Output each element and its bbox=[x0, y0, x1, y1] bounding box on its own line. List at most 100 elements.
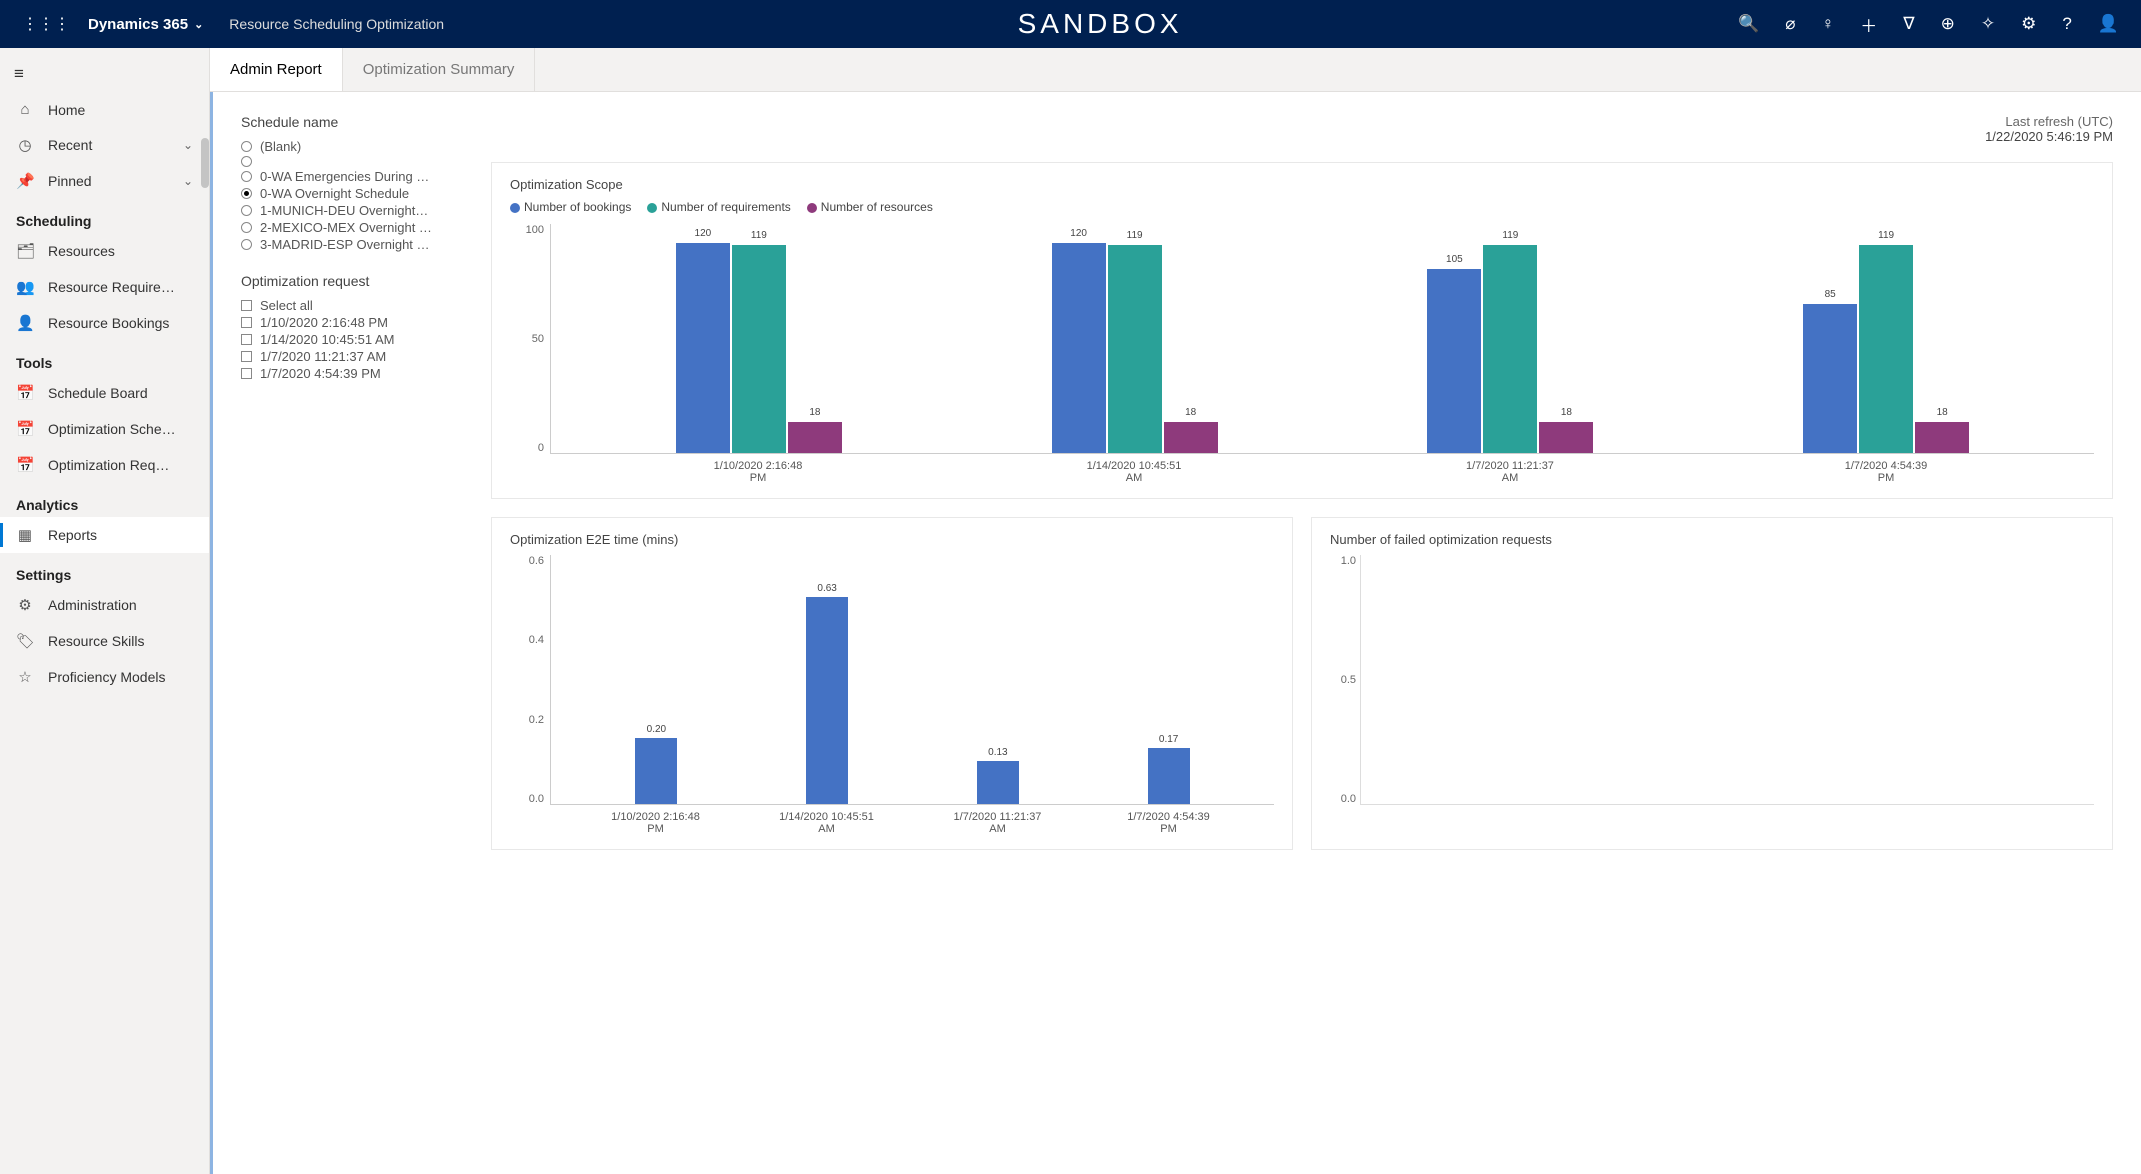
legend-dot bbox=[807, 203, 817, 213]
app-launcher-icon[interactable]: ⋮⋮⋮ bbox=[12, 14, 80, 34]
x-tick-label: 1/10/2020 2:16:48 PM bbox=[606, 811, 706, 835]
sidebar-group-tools: Tools bbox=[0, 341, 209, 375]
chart-title: Number of failed optimization requests bbox=[1330, 532, 2094, 547]
filter-schedule-option[interactable]: 0-WA Overnight Schedule bbox=[241, 185, 461, 202]
filter-icon[interactable]: ∇ bbox=[1903, 14, 1914, 34]
sidebar: ≡ ⌂Home ◷Recent⌄ 📌Pinned⌄ Scheduling 🗂Re… bbox=[0, 48, 210, 1174]
gear-icon: ⚙ bbox=[16, 596, 34, 614]
calendar-icon: 📅 bbox=[16, 384, 34, 402]
radio-icon bbox=[241, 239, 252, 250]
bar: 119 bbox=[732, 245, 786, 453]
bar-value-label: 120 bbox=[676, 228, 730, 239]
bar: 18 bbox=[1539, 422, 1593, 454]
sidebar-item-label: Home bbox=[48, 102, 85, 118]
tab-admin-report[interactable]: Admin Report bbox=[210, 48, 343, 91]
sidebar-item-resource-requirements[interactable]: 👥Resource Require… bbox=[0, 269, 209, 305]
add-record-icon[interactable]: ⊕ bbox=[1941, 14, 1955, 34]
sidebar-item-proficiency-models[interactable]: ☆Proficiency Models bbox=[0, 659, 209, 695]
filter-request-label: Select all bbox=[260, 298, 313, 313]
resources-icon: 🗂 bbox=[16, 242, 34, 260]
filters-panel: Schedule name (Blank)0-WA Emergencies Du… bbox=[241, 114, 461, 1152]
hamburger-icon[interactable]: ≡ bbox=[0, 56, 209, 92]
bar-value-label: 0.63 bbox=[806, 583, 848, 594]
sidebar-item-optimization-schedules[interactable]: 📅Optimization Sche… bbox=[0, 411, 209, 447]
checkbox-icon bbox=[241, 317, 252, 328]
task-icon[interactable]: ⌀ bbox=[1785, 14, 1795, 34]
sidebar-item-resources[interactable]: 🗂 Resources bbox=[0, 233, 209, 269]
plus-icon[interactable]: ＋ bbox=[1860, 12, 1877, 37]
bar-value-label: 18 bbox=[1915, 407, 1969, 418]
filter-schedule-label: 0-WA Overnight Schedule bbox=[260, 186, 409, 201]
filter-request-select-all[interactable]: Select all bbox=[241, 297, 461, 314]
sidebar-item-schedule-board[interactable]: 📅 Schedule Board bbox=[0, 375, 209, 411]
legend-item: Number of bookings bbox=[510, 200, 631, 214]
sidebar-item-resource-bookings[interactable]: 👤 Resource Bookings bbox=[0, 305, 209, 341]
legend-item: Number of resources bbox=[807, 200, 933, 214]
bookings-icon: 👤 bbox=[16, 314, 34, 332]
filter-schedule-label: 0-WA Emergencies During … bbox=[260, 169, 429, 184]
brand-dropdown[interactable]: Dynamics 365 ⌄ bbox=[80, 16, 211, 33]
x-tick-label: 1/7/2020 11:21:37 AM bbox=[1460, 460, 1560, 484]
bar: 120 bbox=[676, 243, 730, 453]
bar-value-label: 119 bbox=[1859, 230, 1913, 241]
tab-label: Admin Report bbox=[230, 61, 322, 78]
bar-value-label: 119 bbox=[1483, 230, 1537, 241]
sidebar-item-label: Pinned bbox=[48, 173, 92, 189]
chart-title: Optimization Scope bbox=[510, 177, 2094, 192]
sidebar-item-resource-skills[interactable]: 🏷Resource Skills bbox=[0, 623, 209, 659]
filter-schedule-option[interactable]: 2-MEXICO-MEX Overnight … bbox=[241, 219, 461, 236]
filter-schedule-option[interactable]: 0-WA Emergencies During … bbox=[241, 168, 461, 185]
filter-request-option[interactable]: 1/10/2020 2:16:48 PM bbox=[241, 314, 461, 331]
radio-icon bbox=[241, 156, 252, 167]
chart-optimization-scope: Optimization Scope Number of bookings Num… bbox=[491, 162, 2113, 499]
calendar-icon: 📅 bbox=[16, 420, 34, 438]
bar-value-label: 18 bbox=[1164, 407, 1218, 418]
sidebar-item-label: Resource Skills bbox=[48, 633, 144, 649]
sidebar-item-label: Resources bbox=[48, 243, 115, 259]
sidebar-item-label: Resource Bookings bbox=[48, 315, 169, 331]
filter-request-option[interactable]: 1/7/2020 11:21:37 AM bbox=[241, 348, 461, 365]
bar-group: 12011918 bbox=[676, 243, 842, 453]
sidebar-item-recent[interactable]: ◷Recent⌄ bbox=[0, 127, 209, 163]
bar: 0.63 bbox=[806, 597, 848, 804]
bulb-icon[interactable]: ♀ bbox=[1821, 14, 1834, 34]
bar-value-label: 0.17 bbox=[1148, 734, 1190, 745]
bar: 120 bbox=[1052, 243, 1106, 453]
bar: 105 bbox=[1427, 269, 1481, 453]
user-icon[interactable]: 👤 bbox=[2098, 14, 2119, 34]
y-axis: 100500 bbox=[510, 224, 550, 454]
filter-request-option[interactable]: 1/14/2020 10:45:51 AM bbox=[241, 331, 461, 348]
sidebar-item-label: Schedule Board bbox=[48, 385, 148, 401]
bar-value-label: 119 bbox=[732, 230, 786, 241]
plot-area: 1201191812011918105119188511918 bbox=[550, 224, 2094, 454]
sidebar-item-home[interactable]: ⌂Home bbox=[0, 92, 209, 127]
filter-schedule-label: 2-MEXICO-MEX Overnight … bbox=[260, 220, 432, 235]
help-icon[interactable]: ? bbox=[2062, 14, 2071, 34]
tab-optimization-summary[interactable]: Optimization Summary bbox=[343, 48, 536, 91]
tool-icon[interactable]: ✧ bbox=[1981, 14, 1995, 34]
tabs: Admin Report Optimization Summary bbox=[210, 48, 2141, 92]
sidebar-item-pinned[interactable]: 📌Pinned⌄ bbox=[0, 163, 209, 199]
search-icon[interactable]: 🔍 bbox=[1738, 14, 1759, 34]
filter-schedule-option[interactable]: 1-MUNICH-DEU Overnight… bbox=[241, 202, 461, 219]
sidebar-group-settings: Settings bbox=[0, 553, 209, 587]
filter-request-option[interactable]: 1/7/2020 4:54:39 PM bbox=[241, 365, 461, 382]
report-icon: ▦ bbox=[16, 526, 34, 544]
radio-icon bbox=[241, 205, 252, 216]
filter-schedule-option[interactable] bbox=[241, 155, 461, 168]
bar: 18 bbox=[1164, 422, 1218, 454]
filter-schedule-option[interactable]: 3-MADRID-ESP Overnight … bbox=[241, 236, 461, 253]
gear-icon[interactable]: ⚙ bbox=[2021, 14, 2036, 34]
sidebar-item-administration[interactable]: ⚙Administration bbox=[0, 587, 209, 623]
app-name: Resource Scheduling Optimization bbox=[211, 16, 462, 32]
top-bar: ⋮⋮⋮ Dynamics 365 ⌄ Resource Scheduling O… bbox=[0, 0, 2141, 48]
sidebar-item-reports[interactable]: ▦Reports bbox=[0, 517, 209, 553]
bar: 119 bbox=[1483, 245, 1537, 453]
filter-schedule-option[interactable]: (Blank) bbox=[241, 138, 461, 155]
sidebar-item-label: Proficiency Models bbox=[48, 669, 166, 685]
sidebar-item-optimization-requests[interactable]: 📅Optimization Req… bbox=[0, 447, 209, 483]
people-icon: 👥 bbox=[16, 278, 34, 296]
filter-request-label: 1/7/2020 11:21:37 AM bbox=[260, 349, 386, 364]
chevron-down-icon: ⌄ bbox=[194, 18, 203, 31]
checkbox-icon bbox=[241, 351, 252, 362]
